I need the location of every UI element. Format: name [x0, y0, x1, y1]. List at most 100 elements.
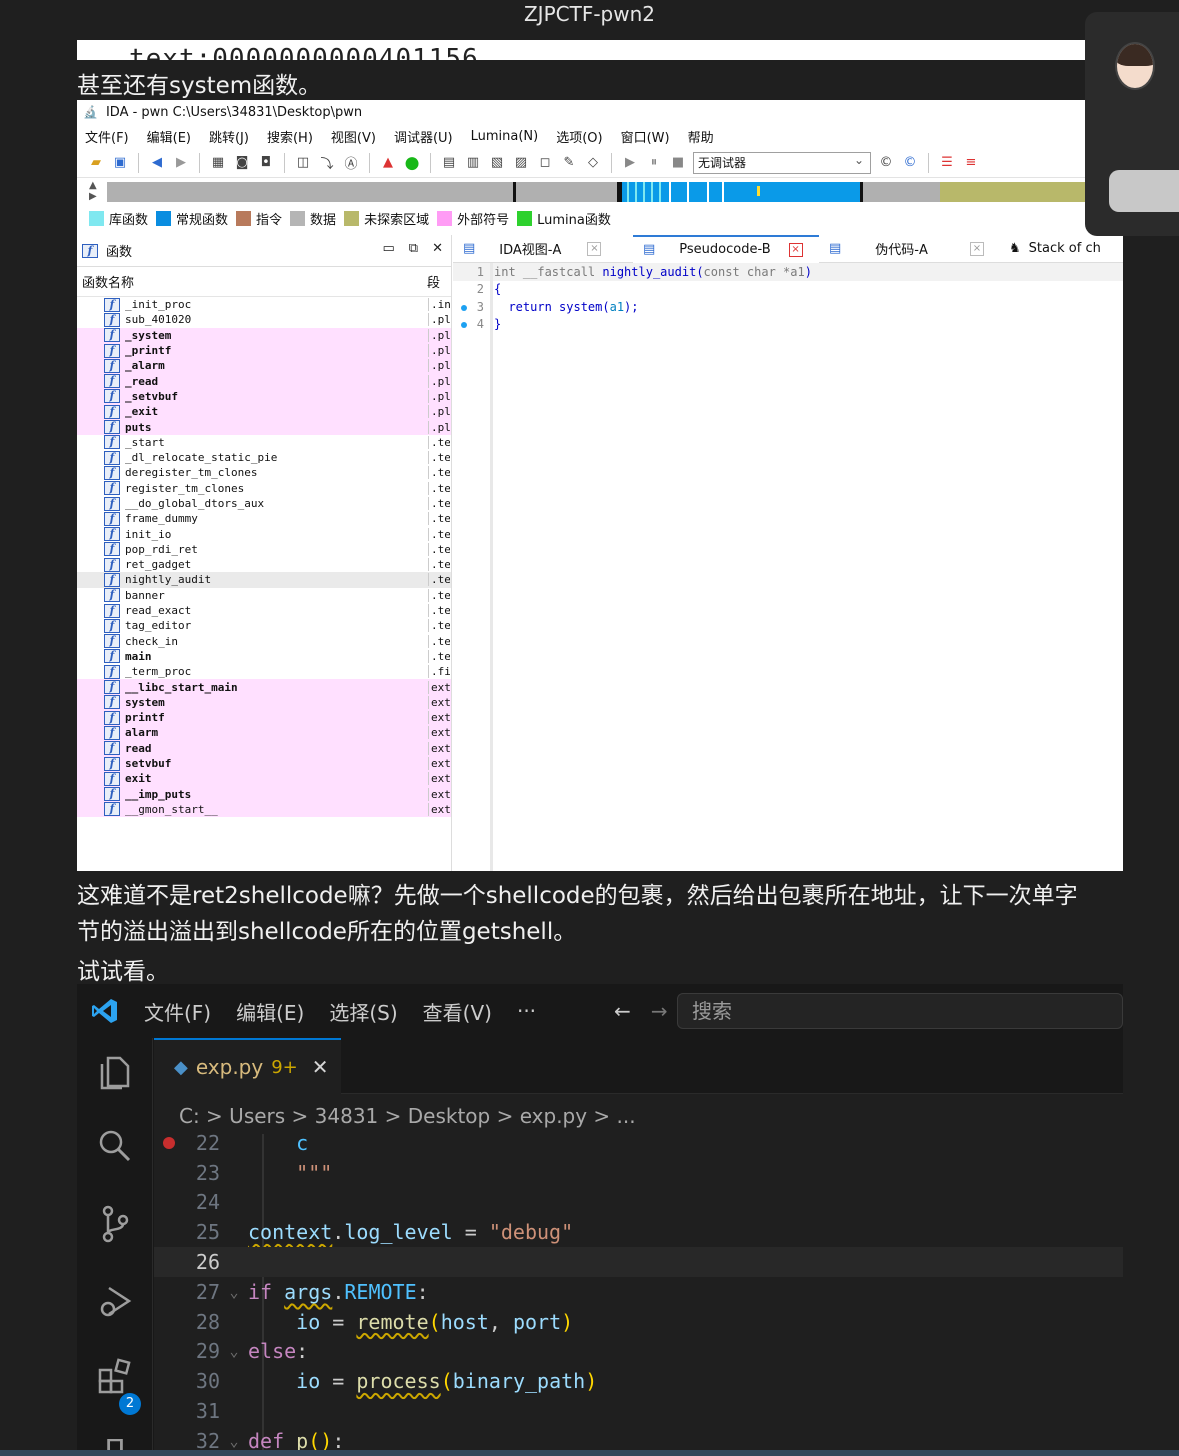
search-icon[interactable]: [95, 1128, 135, 1168]
save-icon[interactable]: ▣: [111, 154, 129, 172]
ida-menu-edit[interactable]: 编辑(E): [147, 127, 191, 146]
function-row[interactable]: f _dl_relocate_static_pie .text: [77, 450, 451, 465]
tab-ida-view-a[interactable]: ▤ IDA视图-A ×: [453, 235, 633, 263]
code-line[interactable]: 31: [154, 1396, 1123, 1426]
function-row[interactable]: f sub_401020 .plt: [77, 312, 451, 327]
tab-close-icon[interactable]: ×: [969, 241, 984, 256]
function-row[interactable]: fexit extern: [77, 771, 451, 787]
function-row[interactable]: f _alarm .plt: [77, 358, 451, 374]
function-row[interactable]: f __gmon_start__ extern: [77, 801, 451, 818]
function-row[interactable]: f register_tm_clones .text: [77, 481, 451, 496]
code-line[interactable]: 22 c: [154, 1128, 1123, 1158]
code-line[interactable]: 30 io = process(binary_path): [154, 1366, 1123, 1396]
ida-menu-options[interactable]: 选项(O): [556, 127, 602, 146]
diamond-icon[interactable]: ◇: [584, 154, 602, 172]
navigation-band[interactable]: ▲ ▶: [77, 178, 1123, 205]
segment-icon[interactable]: ▤: [440, 154, 458, 172]
function-row[interactable]: fprintf extern: [77, 710, 451, 726]
decompile-icon[interactable]: ©: [901, 154, 919, 172]
graph-icon[interactable]: ▲: [379, 154, 397, 172]
notification-button[interactable]: [1109, 170, 1179, 212]
close-icon[interactable]: ✕: [432, 241, 443, 256]
float-icon[interactable]: ⧉: [409, 241, 418, 256]
function-row[interactable]: fread extern: [77, 740, 451, 756]
code-line[interactable]: 26: [154, 1247, 1123, 1277]
fold-chevron-icon[interactable]: ⌄: [220, 1342, 248, 1360]
function-row[interactable]: f frame_dummy .text: [77, 511, 451, 526]
ida-menu-windows[interactable]: 窗口(W): [621, 127, 670, 146]
vscode-menu-more[interactable]: ···: [517, 999, 536, 1023]
function-row[interactable]: f __do_global_dtors_aux .text: [77, 496, 451, 511]
breakpoint-icon[interactable]: [163, 1137, 175, 1149]
ida-menu-lumina[interactable]: Lumina(N): [471, 129, 539, 144]
function-row[interactable]: f _printf .plt: [77, 342, 451, 359]
pseudocode-line[interactable]: 2{: [453, 281, 1123, 299]
function-row[interactable]: f deregister_tm_clones .text: [77, 465, 451, 480]
function-row[interactable]: f __imp_puts extern: [77, 786, 451, 802]
function-row[interactable]: f _exit .plt: [77, 404, 451, 420]
step-icon[interactable]: ⤵: [318, 154, 336, 172]
pseudocode-view[interactable]: 1 int __fastcall nightly_audit(const char…: [453, 263, 1123, 871]
function-row[interactable]: f read_exact .text: [77, 603, 451, 618]
c-icon[interactable]: ©: [877, 154, 895, 172]
code-icon[interactable]: ◫: [294, 154, 312, 172]
function-row[interactable]: f ret_gadget .text: [77, 557, 451, 572]
fold-chevron-icon[interactable]: ⌄: [220, 1283, 248, 1301]
function-row[interactable]: f _start .text: [77, 435, 451, 450]
vscode-menu-edit[interactable]: 编辑(E): [236, 997, 304, 1026]
run-debug-icon[interactable]: [95, 1282, 135, 1322]
fold-chevron-icon[interactable]: ⌄: [220, 1432, 248, 1450]
function-row[interactable]: fputs .plt: [77, 419, 451, 435]
tab-close-icon[interactable]: ×: [587, 241, 602, 256]
ida-menu-search[interactable]: 搜索(H): [267, 127, 313, 146]
function-row[interactable]: f _init_proc .init: [77, 297, 451, 312]
function-row[interactable]: f _term_proc .fini: [77, 664, 451, 679]
binary-view-icon[interactable]: ▦: [209, 154, 227, 172]
function-row[interactable]: f pop_rdi_ret .text: [77, 542, 451, 557]
debugger-select[interactable]: 无调试器: [693, 150, 871, 174]
patch-icon[interactable]: ✎: [560, 154, 578, 172]
forward-arrow-icon[interactable]: →: [651, 999, 668, 1023]
pause-icon[interactable]: ⏸: [645, 154, 663, 172]
tab-pseudocode-b[interactable]: ▤ Pseudocode-B ×: [633, 234, 819, 263]
code-line[interactable]: 27 ⌄ if args.REMOTE:: [154, 1277, 1123, 1307]
pseudocode-line[interactable]: 4}: [453, 316, 1123, 334]
ida-menu-file[interactable]: 文件(F): [85, 127, 129, 146]
column-function-name[interactable]: 函数名称: [77, 272, 427, 291]
function-row[interactable]: f _system .plt: [77, 327, 451, 343]
column-segment[interactable]: 段: [427, 272, 440, 291]
layout-add-icon[interactable]: ≡: [962, 154, 980, 172]
ida-menu-jump[interactable]: 跳转(J): [209, 127, 249, 146]
close-tab-icon[interactable]: ✕: [312, 1055, 329, 1079]
function-row[interactable]: fsystem extern: [77, 694, 451, 711]
enum-icon[interactable]: ▨: [512, 154, 530, 172]
code-line[interactable]: 23 """: [154, 1158, 1123, 1188]
editor-tab-exp-py[interactable]: ◆ exp.py 9+ ✕: [154, 1038, 341, 1094]
pseudocode-line[interactable]: 3 return system(a1);: [453, 298, 1123, 316]
ida-menu-view[interactable]: 视图(V): [331, 127, 376, 146]
tab-pseudocode-a[interactable]: ▤ 伪代码-A ×: [819, 235, 999, 263]
struct-view-icon[interactable]: ◘: [257, 154, 275, 172]
explorer-icon[interactable]: [95, 1052, 135, 1092]
extensions-icon[interactable]: [95, 1358, 135, 1398]
function-row[interactable]: fmain .text: [77, 649, 451, 664]
code-line[interactable]: 24: [154, 1188, 1123, 1218]
ida-menu-help[interactable]: 帮助: [688, 127, 714, 146]
tab-close-icon[interactable]: ×: [788, 242, 803, 257]
function-row[interactable]: f nightly_audit .text: [77, 572, 451, 588]
struct-icon[interactable]: ▧: [488, 154, 506, 172]
function-row[interactable]: f _setvbuf .plt: [77, 388, 451, 405]
vscode-menu-view[interactable]: 查看(V): [423, 997, 492, 1026]
run-icon[interactable]: ▶: [621, 154, 639, 172]
text-icon[interactable]: Ⓐ: [342, 154, 360, 172]
tab-stack[interactable]: ♞ Stack of ch: [999, 235, 1111, 263]
hex-view-icon[interactable]: ◙: [233, 154, 251, 172]
function-row[interactable]: f tag_editor .text: [77, 618, 451, 633]
source-control-icon[interactable]: [95, 1204, 135, 1244]
window-icon[interactable]: ◻: [536, 154, 554, 172]
layout-icon[interactable]: ☰: [938, 154, 956, 172]
maximize-icon[interactable]: ▭: [383, 241, 395, 256]
stop-icon[interactable]: ■: [669, 154, 687, 172]
function-row[interactable]: fbanner .text: [77, 588, 451, 603]
code-line[interactable]: 25 context.log_level = "debug": [154, 1217, 1123, 1247]
